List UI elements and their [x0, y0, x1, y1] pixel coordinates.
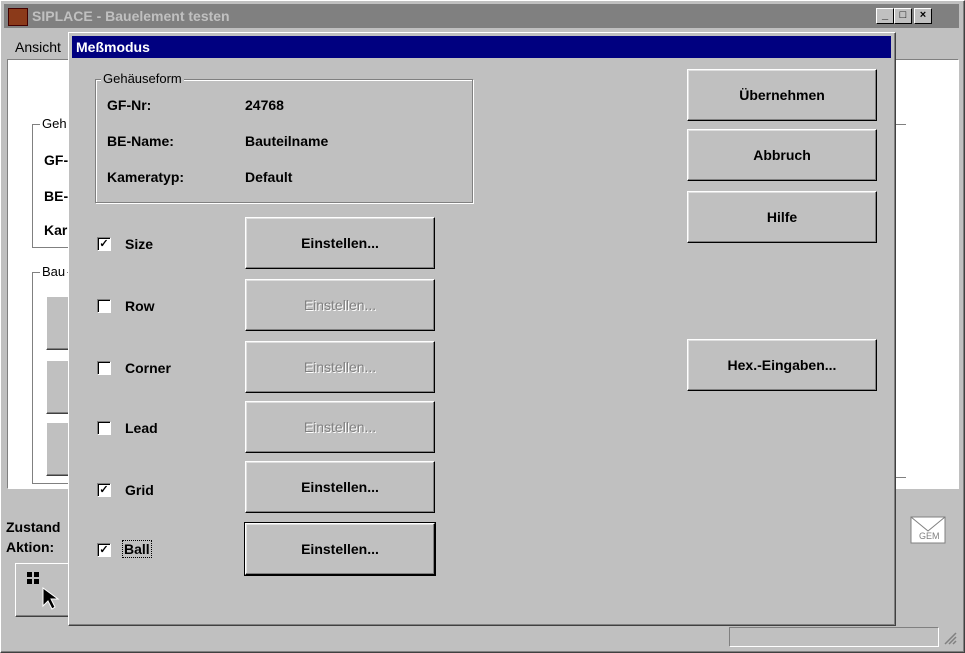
corner-label: Corner	[125, 360, 171, 376]
gf-nr-label: GF-Nr:	[107, 97, 152, 113]
grid-label: Grid	[125, 482, 154, 498]
measure-mode-dialog: Meßmodus Gehäuseform GF-Nr: 24768 BE-Nam…	[68, 32, 896, 626]
hex-input-button[interactable]: Hex.-Eingaben...	[687, 339, 877, 391]
corner-settings-button[interactable]: Einstellen...	[245, 341, 435, 393]
close-button[interactable]: ×	[914, 8, 932, 24]
size-checkbox[interactable]: ✓	[97, 237, 111, 251]
gf-nr-value: 24768	[245, 97, 284, 113]
cancel-button[interactable]: Abbruch	[687, 129, 877, 181]
dialog-title: Meßmodus	[76, 39, 150, 55]
size-settings-button[interactable]: Einstellen...	[245, 217, 435, 269]
ball-checkbox[interactable]: ✓	[97, 543, 111, 557]
menu-ansicht[interactable]: Ansicht	[15, 39, 61, 55]
maximize-button[interactable]: □	[894, 8, 912, 24]
lead-label: Lead	[125, 420, 158, 436]
help-button[interactable]: Hilfe	[687, 191, 877, 243]
row-checkbox[interactable]	[97, 299, 111, 313]
minimize-button[interactable]: _	[876, 8, 894, 24]
kameratyp-label: Kameratyp:	[107, 169, 185, 185]
kameratyp-value: Default	[245, 169, 293, 185]
aktion-label: Aktion:	[6, 539, 55, 555]
row-settings-button[interactable]: Einstellen...	[245, 279, 435, 331]
status-bar-pane	[729, 627, 939, 647]
be-name-value: Bauteilname	[245, 133, 329, 149]
main-title: SIPLACE - Bauelement testen	[32, 8, 230, 24]
cursor-tool-button[interactable]	[15, 563, 75, 617]
main-title-bar: SIPLACE - Bauelement testen _ □ ×	[4, 4, 959, 28]
main-field-label-kamera: Kar	[44, 222, 68, 238]
lead-settings-button[interactable]: Einstellen...	[245, 401, 435, 453]
resize-grip-icon[interactable]	[941, 629, 957, 645]
grid-checkbox[interactable]: ✓	[97, 483, 111, 497]
grid-settings-button[interactable]: Einstellen...	[245, 461, 435, 513]
ball-label: Ball	[122, 540, 152, 558]
pointer-icon	[27, 572, 60, 610]
ball-settings-button[interactable]: Einstellen...	[244, 522, 436, 576]
main-group-gehaeuse-label: Geh	[40, 116, 69, 131]
gehaeuseform-group-label: Gehäuseform	[101, 71, 184, 86]
size-label: Size	[125, 236, 154, 252]
be-name-label: BE-Name:	[107, 133, 174, 149]
app-logo-icon	[8, 8, 28, 26]
dialog-title-bar: Meßmodus	[72, 36, 891, 58]
zustand-label: Zustand	[6, 519, 61, 535]
main-field-label-gf: GF-	[44, 152, 69, 168]
row-label: Row	[125, 298, 155, 314]
apply-button[interactable]: Übernehmen	[687, 69, 877, 121]
gem-icon: GEM	[909, 509, 949, 547]
main-field-label-be: BE-	[44, 188, 69, 204]
lead-checkbox[interactable]	[97, 421, 111, 435]
main-group-bauteil-label: Bau	[40, 264, 68, 279]
corner-checkbox[interactable]	[97, 361, 111, 375]
